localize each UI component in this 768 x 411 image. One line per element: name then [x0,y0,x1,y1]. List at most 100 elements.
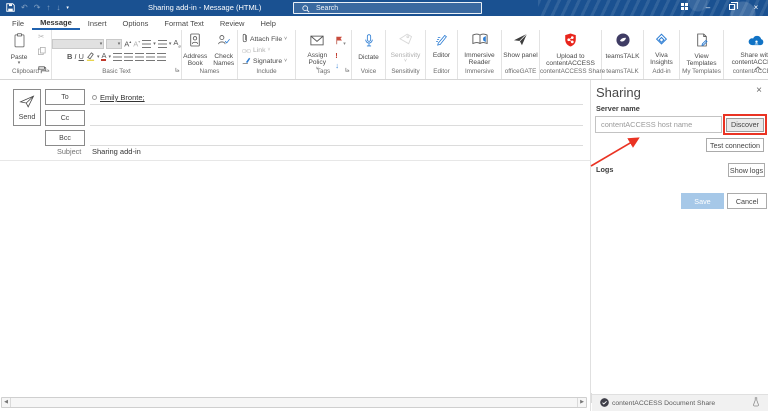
close-icon[interactable]: × [744,0,768,16]
clipboard-dialog-launcher-icon[interactable] [45,59,50,77]
teamstalk-icon [616,33,630,52]
include-group-label: Include [238,68,295,78]
search-icon [302,5,310,15]
customize-qat-icon[interactable]: ▾ [66,0,69,16]
follow-up-flag-icon[interactable]: ▾ [335,32,346,50]
italic-button[interactable]: I [74,52,76,61]
ribbon-group-include: Attach File˅ Link˅ Signature˅ Include [238,30,296,79]
paper-plane-icon [513,33,528,51]
show-logs-button[interactable]: Show logs [728,163,765,177]
basic-text-dialog-launcher-icon[interactable] [175,59,180,77]
copy-icon[interactable] [38,42,46,60]
link-button[interactable]: Link˅ [242,45,270,56]
underline-button[interactable]: U [79,52,84,61]
tags-dialog-launcher-icon[interactable] [345,59,350,77]
immersive-reader-icon [472,33,488,51]
subject-field[interactable]: Sharing add-in [92,147,141,156]
scroll-left-icon[interactable]: ◀ [2,398,11,407]
move-up-icon[interactable]: ↑ [46,0,50,16]
align-left-icon[interactable] [113,53,122,61]
shrink-font-icon[interactable]: A▾ [133,39,140,49]
search-box[interactable]: Search [293,2,482,14]
numbering-icon[interactable] [158,40,167,48]
increase-indent-icon[interactable] [157,53,166,61]
recipient-chip[interactable]: Emily Bronte; [92,93,145,102]
editor-pen-icon [435,33,448,51]
tab-review[interactable]: Review [212,16,253,30]
cut-icon[interactable]: ✂ [38,32,46,41]
send-icon [19,95,35,110]
clipboard-group-label: Clipboard [0,68,51,78]
paste-icon [13,33,26,53]
cc-button[interactable]: Cc [45,110,85,126]
test-connection-button[interactable]: Test connection [706,138,764,152]
align-center-icon[interactable] [124,53,133,61]
font-color-icon[interactable]: A [101,52,106,61]
sensitivity-button[interactable]: Sensitivity ˅ [386,32,425,63]
teamstalk-button[interactable]: teamsTALK [602,32,643,60]
dictate-button[interactable]: Dictate [352,32,385,61]
tab-insert[interactable]: Insert [80,16,115,30]
immersive-reader-button[interactable]: Immersive Reader [458,32,501,67]
ribbon-group-officegate: Show panel officeGATE [502,30,540,79]
save-icon[interactable] [6,0,15,17]
tab-format-text[interactable]: Format Text [156,16,211,30]
clear-formatting-icon[interactable]: A⌀ [173,38,180,49]
highlight-icon[interactable] [86,48,95,66]
restore-icon[interactable] [720,0,744,16]
align-right-icon[interactable] [135,53,144,61]
editor-button[interactable]: Editor [426,32,457,59]
send-button[interactable]: Send [13,89,41,126]
sharing-task-pane: Sharing × Server name Discover Test conn… [592,80,768,411]
discover-button[interactable]: Discover [726,118,764,132]
addin-status-icon [600,394,609,411]
font-name-combo[interactable]: ▾ [52,39,104,49]
cc-field[interactable] [90,125,583,126]
cancel-button[interactable]: Cancel [727,193,767,209]
decrease-indent-icon[interactable] [146,53,155,61]
tab-options[interactable]: Options [115,16,157,30]
horizontal-scrollbar[interactable]: ◀ ▶ [1,397,587,408]
names-group-label: Names [182,68,237,78]
bold-button[interactable]: B [67,52,72,61]
undo-icon[interactable]: ↶ [21,0,28,16]
header-divider [0,160,591,161]
tab-help[interactable]: Help [252,16,283,30]
ribbon-group-clipboard: Paste ▾ ✂ Clipboard [0,30,52,79]
ribbon-group-basic-text: ▾ ▾ A▴ A▾ ▾ ▾ A⌀ B I U ▾ A▾ [52,30,182,79]
upload-to-contentaccess-button[interactable]: Upload to contentACCESS [540,32,601,68]
show-panel-button[interactable]: Show panel [502,32,539,59]
bcc-button[interactable]: Bcc [45,130,85,146]
grow-font-icon[interactable]: A▴ [124,39,131,49]
minimize-icon[interactable]: – [696,0,720,16]
server-host-input[interactable] [595,116,722,133]
to-field[interactable] [90,104,583,105]
viva-insights-button[interactable]: Viva Insights [644,32,679,67]
move-down-icon[interactable]: ↓ [56,0,60,16]
view-templates-button[interactable]: View Templates [680,32,723,68]
pane-close-icon[interactable]: × [756,85,762,96]
logs-label: Logs [596,165,613,174]
tab-file[interactable]: File [4,16,32,30]
addin-status-text: contentACCESS Document Share [612,400,749,407]
tab-message[interactable]: Message [32,16,80,30]
collapse-ribbon-icon[interactable] [754,58,762,76]
font-size-combo[interactable]: ▾ [106,39,122,49]
assign-policy-icon [310,33,324,51]
assign-policy-button[interactable]: Assign Policy ˅ [301,32,333,71]
paste-button[interactable]: Paste ▾ [5,32,33,65]
addin-group-label: Add-in [644,68,679,78]
bcc-field[interactable] [90,145,583,146]
scroll-right-icon[interactable]: ▶ [577,398,586,407]
to-button[interactable]: To [45,89,85,105]
check-names-button[interactable]: Check Names [211,32,238,68]
address-book-button[interactable]: Address Book [182,32,209,68]
save-button[interactable]: Save [681,193,724,209]
ribbon-options-icon[interactable] [672,0,696,16]
window-title: Sharing add-in - Message (HTML) [148,0,261,16]
quick-access-toolbar: ↶ ↷ ↑ ↓ ▾ [0,0,69,17]
address-book-icon [189,33,201,52]
redo-icon[interactable]: ↷ [34,0,41,16]
bullets-icon[interactable] [142,40,151,48]
flask-icon[interactable] [752,394,760,411]
